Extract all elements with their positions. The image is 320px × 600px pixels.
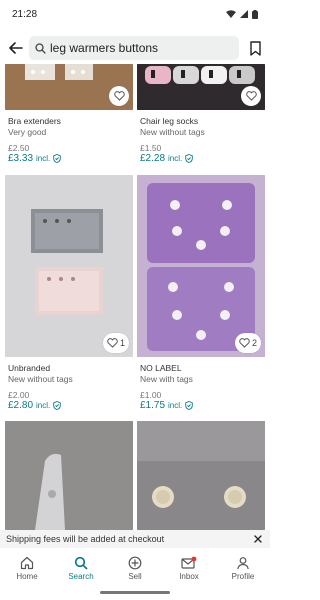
product-brand: Bra extenders	[8, 116, 61, 126]
cell-signal-icon	[240, 10, 248, 18]
nav-inbox-label: Inbox	[179, 572, 199, 581]
product-image[interactable]	[137, 421, 265, 530]
product-price-with-fees: £2.80 incl.	[8, 400, 62, 411]
price-incl-label: incl.	[168, 401, 183, 410]
nav-profile-label: Profile	[231, 572, 255, 581]
search-icon	[35, 42, 46, 54]
product-photo	[137, 421, 265, 530]
bookmark-icon	[249, 40, 261, 56]
wifi-icon	[226, 10, 236, 18]
favourite-count: 2	[252, 338, 258, 348]
favourite-button[interactable]: 2	[235, 333, 262, 353]
product-condition: Very good	[8, 127, 47, 137]
status-time: 21:28	[12, 8, 38, 20]
nav-home-label: Home	[16, 572, 38, 581]
product-brand: Unbranded	[8, 363, 51, 373]
product-photo	[5, 421, 133, 530]
heart-icon	[113, 91, 125, 101]
product-price-with-fees: £2.28 incl.	[140, 153, 194, 164]
home-icon	[20, 556, 34, 570]
home-indicator[interactable]	[100, 591, 170, 594]
status-bar: 21:28	[0, 0, 270, 28]
product-image[interactable]	[137, 175, 265, 357]
price-incl-value: £1.75	[140, 400, 166, 411]
price-incl-label: incl.	[168, 154, 183, 163]
product-price: £1.00	[140, 390, 162, 400]
save-search-button[interactable]	[244, 36, 266, 60]
product-condition: New without tags	[140, 127, 205, 137]
price-incl-value: £2.28	[140, 153, 166, 164]
status-icons	[226, 9, 258, 19]
shield-icon	[53, 154, 62, 163]
shield-icon	[185, 401, 194, 410]
favourite-button[interactable]	[109, 86, 129, 106]
battery-icon	[252, 9, 258, 19]
nav-profile[interactable]: Profile	[216, 556, 270, 581]
back-button[interactable]	[1, 33, 31, 63]
shield-icon	[53, 401, 62, 410]
product-photo	[5, 175, 133, 357]
heart-icon	[239, 338, 250, 348]
product-card-no-label[interactable]: 2 NO LABEL New with tags £1.00 £1.75 inc…	[137, 175, 265, 415]
product-card-chair-leg-socks[interactable]: Chair leg socks New without tags £1.50 £…	[137, 64, 265, 174]
price-incl-label: incl.	[36, 154, 51, 163]
product-grid: Bra extenders Very good £2.50 £3.33 incl…	[0, 64, 270, 530]
nav-search[interactable]: Search	[54, 556, 108, 581]
plus-circle-icon	[128, 556, 142, 570]
nav-sell[interactable]: Sell	[108, 556, 162, 581]
product-image[interactable]	[5, 175, 133, 357]
search-bar[interactable]	[29, 36, 239, 60]
product-condition: New without tags	[8, 374, 73, 384]
product-brand: NO LABEL	[140, 363, 182, 373]
back-arrow-icon	[9, 42, 23, 54]
heart-icon	[107, 338, 118, 348]
person-icon	[237, 557, 249, 570]
shield-icon	[185, 154, 194, 163]
product-price: £2.00	[8, 390, 30, 400]
favourite-button[interactable]	[241, 86, 261, 106]
product-photo	[137, 175, 265, 357]
product-image[interactable]	[5, 421, 133, 530]
mail-icon	[181, 556, 197, 569]
product-condition: New with tags	[140, 374, 193, 384]
nav-search-label: Search	[68, 572, 94, 581]
favourite-button[interactable]: 1	[103, 333, 130, 353]
product-price: £1.50	[140, 143, 162, 153]
price-incl-value: £3.33	[8, 153, 34, 164]
product-price: £2.50	[8, 143, 30, 153]
search-icon	[74, 556, 88, 570]
product-price-with-fees: £1.75 incl.	[140, 400, 194, 411]
favourite-count: 1	[120, 338, 126, 348]
price-incl-value: £2.80	[8, 400, 34, 411]
nav-sell-label: Sell	[128, 572, 142, 581]
nav-home[interactable]: Home	[0, 556, 54, 581]
heart-icon	[245, 91, 257, 101]
price-incl-label: incl.	[36, 401, 51, 410]
product-card-unbranded[interactable]: 1 Unbranded New without tags £2.00 £2.80…	[5, 175, 133, 415]
product-card-grey-strap[interactable]	[5, 421, 133, 530]
search-header	[0, 32, 270, 64]
nav-inbox[interactable]: Inbox	[162, 556, 216, 581]
product-card-grey-knit[interactable]	[137, 421, 265, 530]
shipping-fees-text: Shipping fees will be added at checkout	[6, 534, 165, 544]
product-price-with-fees: £3.33 incl.	[8, 153, 62, 164]
product-brand: Chair leg socks	[140, 116, 199, 126]
shipping-fees-banner: Shipping fees will be added at checkout	[0, 530, 270, 548]
bottom-navigation: Home Search Sell Inbox Profile	[0, 550, 270, 588]
product-card-bra-extenders[interactable]: Bra extenders Very good £2.50 £3.33 incl…	[5, 64, 133, 174]
search-input[interactable]	[50, 41, 230, 55]
close-icon[interactable]	[254, 535, 262, 543]
